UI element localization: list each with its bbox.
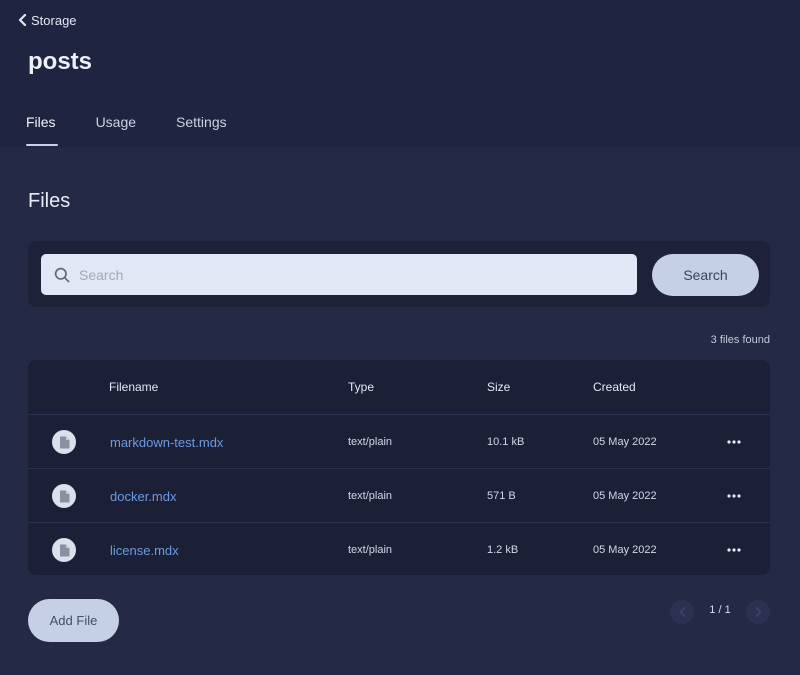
file-type: text/plain: [348, 544, 393, 556]
files-count: 3 files found: [710, 334, 770, 346]
column-header-type: Type: [348, 380, 375, 394]
file-type: text/plain: [348, 490, 393, 502]
search-bar: Search: [28, 241, 770, 307]
tab-bar: Files Usage Settings: [26, 114, 267, 146]
page-title: posts: [28, 48, 93, 75]
pagination-next-button[interactable]: [746, 600, 770, 624]
file-type: text/plain: [348, 436, 393, 448]
pagination-prev-button[interactable]: [670, 600, 694, 624]
page-header: Storage posts Files Usage Settings: [0, 0, 800, 147]
table-row: docker.mdx text/plain 571 B 05 May 2022: [28, 468, 770, 522]
pagination-label: 1 / 1: [709, 604, 731, 616]
file-icon: [52, 538, 76, 562]
search-button[interactable]: Search: [652, 254, 759, 296]
search-icon: [54, 267, 70, 282]
back-link-label: Storage: [31, 12, 77, 28]
file-icon: [52, 484, 76, 508]
search-input-wrapper: [41, 254, 637, 295]
file-size: 1.2 kB: [487, 544, 519, 556]
chevron-right-icon: [755, 607, 761, 617]
file-link[interactable]: markdown-test.mdx: [110, 415, 223, 469]
tab-settings[interactable]: Settings: [176, 114, 227, 146]
chevron-left-icon: [18, 14, 27, 26]
tab-usage[interactable]: Usage: [96, 114, 136, 146]
back-to-storage-link[interactable]: Storage: [18, 12, 77, 28]
file-link[interactable]: docker.mdx: [110, 469, 176, 523]
add-file-button[interactable]: Add File: [28, 599, 119, 642]
file-icon: [52, 430, 76, 454]
search-input[interactable]: [79, 266, 619, 283]
column-header-created: Created: [593, 380, 636, 394]
file-size: 571 B: [487, 490, 516, 502]
table-row: markdown-test.mdx text/plain 10.1 kB 05 …: [28, 414, 770, 468]
more-horizontal-icon[interactable]: [725, 436, 743, 448]
tab-files[interactable]: Files: [26, 114, 58, 146]
file-created: 05 May 2022: [593, 436, 657, 448]
more-horizontal-icon[interactable]: [725, 544, 743, 556]
table-header-row: Filename Type Size Created: [28, 360, 770, 414]
file-created: 05 May 2022: [593, 544, 657, 556]
file-link[interactable]: license.mdx: [110, 523, 179, 575]
column-header-filename: Filename: [109, 380, 159, 394]
chevron-left-icon: [679, 607, 685, 617]
files-table: Filename Type Size Created markdown-test…: [28, 360, 770, 575]
column-header-size: Size: [487, 380, 511, 394]
more-horizontal-icon[interactable]: [725, 490, 743, 502]
table-row: license.mdx text/plain 1.2 kB 05 May 202…: [28, 522, 770, 575]
section-title: Files: [28, 190, 71, 212]
file-created: 05 May 2022: [593, 490, 657, 502]
file-size: 10.1 kB: [487, 436, 525, 448]
